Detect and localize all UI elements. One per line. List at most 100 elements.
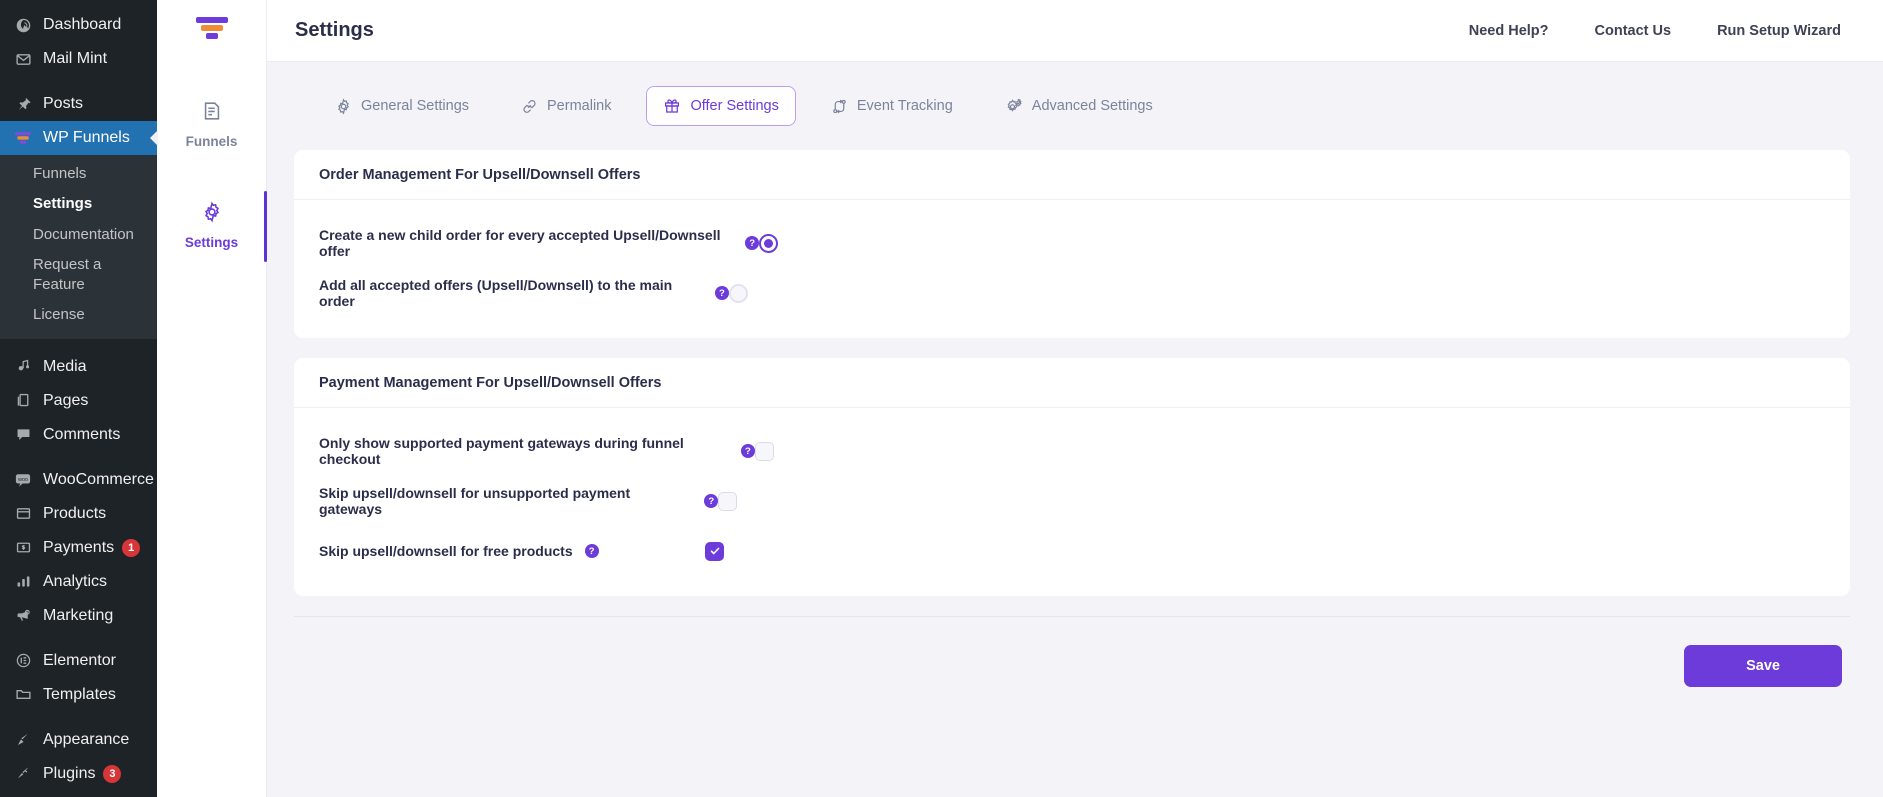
plugins-icon	[11, 765, 35, 782]
checkbox-skip-unsupported-gateways[interactable]	[718, 491, 738, 511]
rail-label: Funnels	[185, 134, 238, 149]
payments-icon	[11, 539, 35, 556]
sidebar-label: Comments	[43, 425, 121, 443]
help-icon[interactable]: ?	[740, 444, 755, 458]
setting-row-skip-unsupported-gateways: Skip upsell/downsell for unsupported pay…	[319, 480, 1825, 522]
card-body: Create a new child order for every accep…	[294, 200, 1850, 338]
tab-label: Advanced Settings	[1031, 98, 1153, 114]
order-management-card: Order Management For Upsell/Downsell Off…	[294, 150, 1850, 338]
payment-management-card: Payment Management For Upsell/Downsell O…	[294, 358, 1850, 596]
header-links: Need Help? Contact Us Run Setup Wizard	[1423, 23, 1883, 39]
help-icon[interactable]: ?	[714, 286, 729, 300]
sidebar-item-elementor[interactable]: Elementor	[0, 644, 157, 678]
products-icon	[11, 505, 35, 522]
card-title: Order Management For Upsell/Downsell Off…	[294, 150, 1850, 200]
sidebar-item-dashboard[interactable]: Dashboard	[0, 8, 157, 42]
comments-icon	[11, 426, 35, 443]
checkbox-skip-free-products[interactable]	[705, 541, 724, 561]
help-icon[interactable]: ?	[584, 544, 599, 558]
sidebar-label: Appearance	[43, 730, 130, 748]
submenu-item-funnels[interactable]: Funnels	[0, 159, 157, 189]
setting-label-group: Skip upsell/downsell for unsupported pay…	[319, 485, 719, 517]
radio-add-to-main-order[interactable]	[728, 283, 748, 303]
link-icon	[521, 98, 538, 115]
sidebar-item-comments[interactable]: Comments	[0, 418, 157, 452]
sidebar-label: Payments	[43, 538, 115, 556]
sidebar-item-posts[interactable]: Posts	[0, 87, 157, 121]
templates-icon	[11, 686, 35, 703]
elementor-icon	[11, 652, 35, 669]
footer-actions: Save	[294, 617, 1850, 687]
gift-icon	[663, 97, 681, 115]
sidebar-item-pages[interactable]: Pages	[0, 384, 157, 418]
contact-us-link[interactable]: Contact Us	[1595, 23, 1672, 39]
setting-row-add-to-main-order: Add all accepted offers (Upsell/Downsell…	[319, 272, 1825, 314]
run-setup-wizard-link[interactable]: Run Setup Wizard	[1717, 23, 1841, 39]
setting-label: Only show supported payment gateways dur…	[319, 435, 684, 467]
tab-permalink[interactable]: Permalink	[504, 87, 628, 126]
sidebar-item-mail-mint[interactable]: Mail Mint	[0, 42, 157, 76]
submenu-item-request-a-feature[interactable]: Request a Feature	[0, 250, 157, 301]
payments-badge: 1	[122, 538, 141, 557]
submenu-item-settings[interactable]: Settings	[0, 189, 157, 219]
wp-funnels-submenu: Funnels Settings Documentation Request a…	[0, 155, 157, 339]
sidebar-label: Dashboard	[43, 16, 122, 33]
sidebar-item-appearance[interactable]: Appearance	[0, 723, 157, 757]
admin-screen: Dashboard Mail Mint Posts WP Funnels Fun…	[0, 0, 1883, 797]
sidebar-item-plugins[interactable]: Plugins 3	[0, 757, 157, 791]
setting-row-skip-free-products: Skip upsell/downsell for free products ?	[319, 530, 1825, 572]
submenu-item-license[interactable]: License	[0, 300, 157, 330]
sidebar-label: Analytics	[43, 572, 108, 590]
checkbox-only-supported-gateways[interactable]	[754, 441, 774, 461]
sidebar-item-products[interactable]: Products	[0, 497, 157, 531]
document-icon	[201, 102, 223, 126]
plugins-badge: 3	[103, 764, 122, 783]
sidebar-item-payments[interactable]: Payments 1	[0, 531, 157, 565]
setting-label-group: Skip upsell/downsell for free products ?	[319, 543, 599, 559]
sidebar-item-woocommerce[interactable]: woo WooCommerce	[0, 463, 157, 497]
submenu-item-documentation[interactable]: Documentation	[0, 220, 157, 250]
svg-text:woo: woo	[18, 476, 28, 482]
setting-control	[728, 283, 1825, 303]
sidebar-item-users[interactable]: Users	[0, 791, 157, 797]
plugin-header: Settings Need Help? Contact Us Run Setup…	[157, 0, 1883, 62]
setting-label: Skip upsell/downsell for free products	[319, 543, 573, 559]
sidebar-label: Pages	[43, 391, 89, 409]
help-icon[interactable]: ?	[745, 236, 760, 250]
need-help-link[interactable]: Need Help?	[1469, 23, 1549, 39]
gear-icon	[335, 97, 352, 115]
rail-label: Settings	[184, 235, 239, 250]
sidebar-item-wp-funnels[interactable]: WP Funnels	[0, 121, 157, 155]
tab-event-tracking[interactable]: Event Tracking	[814, 87, 970, 126]
appearance-icon	[11, 731, 35, 748]
marketing-icon	[11, 607, 35, 624]
tab-general-settings[interactable]: General Settings	[318, 87, 486, 126]
setting-label-group: Create a new child order for every accep…	[319, 227, 760, 259]
sidebar-item-marketing[interactable]: Marketing	[0, 599, 157, 633]
tab-label: Event Tracking	[856, 98, 953, 114]
woo-icon: woo	[11, 472, 35, 488]
rail-item-settings[interactable]: Settings	[157, 189, 267, 264]
dashboard-icon	[11, 17, 35, 34]
tab-advanced-settings[interactable]: Advanced Settings	[988, 86, 1170, 126]
tab-label: Permalink	[547, 98, 612, 114]
sidebar-label: Templates	[43, 685, 116, 703]
sidebar-item-media[interactable]: Media	[0, 350, 157, 384]
swap-icon	[831, 98, 848, 115]
sidebar-label: Plugins	[43, 764, 96, 782]
sidebar-item-analytics[interactable]: Analytics	[0, 565, 157, 599]
setting-label: Add all accepted offers (Upsell/Downsell…	[319, 277, 673, 309]
settings-tabs: General Settings Permalink Offer Setting…	[294, 62, 1850, 150]
tab-offer-settings[interactable]: Offer Settings	[646, 86, 796, 126]
help-icon[interactable]: ?	[704, 494, 719, 508]
sidebar-label: Marketing	[43, 606, 114, 624]
setting-label-group: Only show supported payment gateways dur…	[319, 435, 755, 467]
rail-item-funnels[interactable]: Funnels	[157, 88, 266, 163]
wpfunnels-logo-icon	[193, 12, 231, 49]
funnel-icon	[11, 130, 35, 146]
save-button[interactable]: Save	[1684, 645, 1842, 687]
plugin-nav-rail: Funnels Settings	[157, 62, 267, 797]
radio-create-child-order[interactable]	[759, 233, 779, 253]
gear-icon	[201, 201, 223, 227]
sidebar-item-templates[interactable]: Templates	[0, 678, 157, 712]
